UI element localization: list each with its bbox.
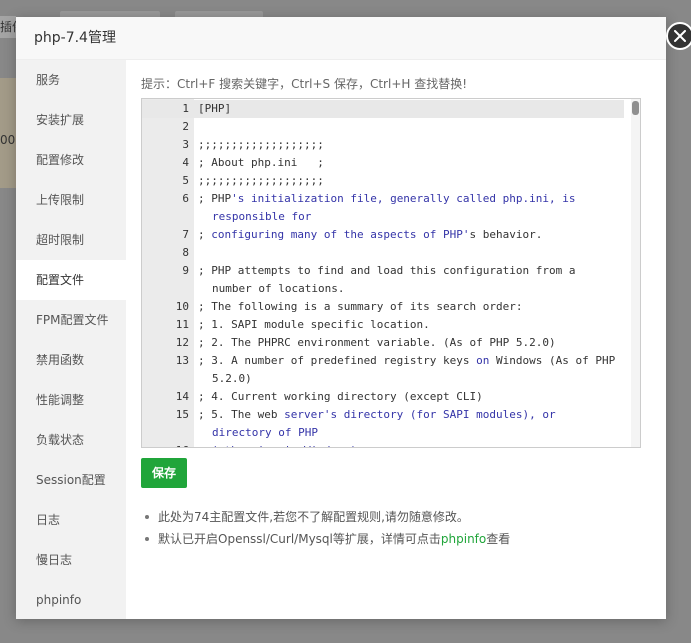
- sidebar-item[interactable]: 性能调整: [16, 380, 126, 420]
- code-token: [PHP]: [198, 102, 232, 115]
- code-token: ;;;;;;;;;;;;;;;;;;;: [198, 138, 324, 151]
- code-text: ; 2. The PHPRC environment variable. (As…: [198, 334, 623, 352]
- sidebar-item[interactable]: 负载状态: [16, 420, 126, 460]
- dialog-title: php-7.4管理: [34, 30, 116, 46]
- code-text: ; PHP's initialization file, generally c…: [198, 190, 623, 226]
- line-number: 7: [182, 228, 189, 241]
- line-number: 3: [182, 138, 189, 151]
- code-text: ; configuring many of the aspects of PHP…: [198, 226, 623, 244]
- code-text: ;;;;;;;;;;;;;;;;;;;: [198, 172, 623, 190]
- sidebar-item[interactable]: 禁用函数: [16, 340, 126, 380]
- editor-hint: 提示：Ctrl+F 搜索关键字，Ctrl+S 保存，Ctrl+H 查找替换!: [141, 77, 468, 91]
- scrollbar-thumb[interactable]: [632, 101, 639, 115]
- code-text: ; 1. SAPI module specific location.: [198, 316, 623, 334]
- code-token: number of locations.: [212, 282, 345, 295]
- notes-list: 此处为74主配置文件,若您不了解配置规则,请勿随意修改。 默认已开启Openss…: [143, 506, 510, 550]
- code-text: ; 4. Current working directory (except C…: [198, 388, 623, 406]
- line-number: 8: [182, 246, 189, 259]
- code-token: Windows (As of PHP: [489, 354, 616, 367]
- line-number: 11: [175, 318, 189, 331]
- close-icon: [674, 30, 686, 42]
- code-token: ; PHP attempts to find and load this con…: [198, 264, 576, 277]
- note-text: 默认已开启Openssl/Curl/Mysql等扩展，详情可点击: [158, 532, 441, 546]
- line-number: 12: [175, 336, 189, 349]
- code-wrapped-line: number of locations.: [198, 280, 623, 298]
- dialog-header: php-7.4管理: [16, 17, 666, 60]
- code-wrapped-line: directory of PHP: [198, 424, 623, 442]
- editor-scrollbar[interactable]: [631, 99, 640, 447]
- sidebar-item[interactable]: 超时限制: [16, 220, 126, 260]
- background-number: 000: [0, 133, 16, 147]
- code-token-keyword: configuring many of the aspects of PHP': [211, 228, 470, 241]
- code-token: ;: [198, 228, 212, 241]
- line-number: 4: [182, 156, 189, 169]
- code-wrapped-line: 5.2.0): [198, 370, 623, 388]
- code-token: ; PHP: [198, 192, 232, 205]
- code-text: ; PHP attempts to find and load this con…: [198, 262, 623, 298]
- code-token: s behavior.: [469, 228, 543, 241]
- background-tab-label: 插件: [0, 16, 16, 38]
- code-editor[interactable]: 1 [PHP] 2 3;;;;;;;;;;;;;;;;;;; 4 ; About php.…: [141, 98, 641, 448]
- note-text: 此处为74主配置文件,若您不了解配置规则,请勿随意修改。: [158, 510, 469, 524]
- code-token: ; The following is a summary of its sear…: [198, 300, 523, 313]
- code-text: ; 5. The web server's directory (for SAP…: [198, 406, 623, 442]
- sidebar-item[interactable]: 配置修改: [16, 140, 126, 180]
- line-number: 6: [182, 192, 189, 205]
- sidebar-item[interactable]: 服务: [16, 60, 126, 100]
- line-number: 14: [175, 390, 189, 403]
- line-number: 1: [182, 102, 189, 115]
- code-text: ;;;;;;;;;;;;;;;;;;;: [198, 136, 623, 154]
- line-number: 10: [175, 300, 189, 313]
- note-item: 默认已开启Openssl/Curl/Mysql等扩展，详情可点击phpinfo查…: [143, 528, 510, 550]
- code-token: ;;;;;;;;;;;;;;;;;;;: [198, 174, 324, 187]
- sidebar-item[interactable]: phpinfo: [16, 580, 126, 620]
- save-button[interactable]: 保存: [141, 458, 187, 488]
- sidebar-item[interactable]: 配置文件: [16, 260, 126, 300]
- code-token-keyword: 's initialization file, generally called…: [231, 192, 576, 205]
- code-text: ; About php.ini ;: [198, 154, 623, 172]
- code-token-keyword: server's directory (for SAPI modules), o…: [284, 408, 556, 421]
- code-token: ; 5. The web: [198, 408, 285, 421]
- code-token: ; About php.ini ;: [198, 156, 324, 169]
- sidebar-item[interactable]: 日志: [16, 500, 126, 540]
- code-token-keyword: on: [476, 354, 490, 367]
- code-text: ; The following is a summary of its sear…: [198, 298, 623, 316]
- close-button[interactable]: [666, 22, 691, 50]
- code-token: ; 4. Current working directory (except C…: [198, 390, 483, 403]
- line-number: 13: [175, 354, 189, 367]
- line-number: 15: [175, 408, 189, 421]
- code-token: ; 2. The PHPRC environment variable. (As…: [198, 336, 556, 349]
- line-number: 16: [142, 442, 189, 447]
- code-token: ; 1. SAPI module specific location.: [198, 318, 430, 331]
- code-token-keyword: responsible for: [212, 210, 312, 223]
- settings-sidebar: 服务 安装扩展 配置修改 上传限制 超时限制 配置文件 FPM配置文件 禁用函数 性能调整 负载状…: [16, 60, 126, 619]
- code-content[interactable]: 1 [PHP] 2 3;;;;;;;;;;;;;;;;;;; 4 ; About php.…: [142, 99, 640, 447]
- sidebar-item[interactable]: 上传限制: [16, 180, 126, 220]
- code-text: ; 3. A number of predefined registry key…: [198, 352, 623, 388]
- code-token: ; 3. A number of predefined registry key…: [198, 354, 477, 367]
- line-number: 5: [182, 174, 189, 187]
- code-token-keyword: directory of PHP: [212, 426, 318, 439]
- code-token-keyword: ; (otherwise in Windows): [198, 444, 357, 447]
- note-item: 此处为74主配置文件,若您不了解配置规则,请勿随意修改。: [143, 506, 510, 528]
- sidebar-item[interactable]: Session配置: [16, 460, 126, 500]
- sidebar-item[interactable]: 安装扩展: [16, 100, 126, 140]
- phpinfo-link[interactable]: phpinfo: [441, 532, 486, 546]
- line-number: 9: [182, 264, 189, 277]
- code-text: ; (otherwise in Windows): [198, 442, 623, 447]
- sidebar-item[interactable]: FPM配置文件: [16, 300, 126, 340]
- code-text: [PHP]: [198, 100, 623, 118]
- note-text: 查看: [486, 532, 511, 546]
- code-wrapped-line: responsible for: [198, 208, 623, 226]
- sidebar-item[interactable]: 慢日志: [16, 540, 126, 580]
- line-number: 2: [182, 120, 189, 133]
- code-token: 5.2.0): [212, 372, 252, 385]
